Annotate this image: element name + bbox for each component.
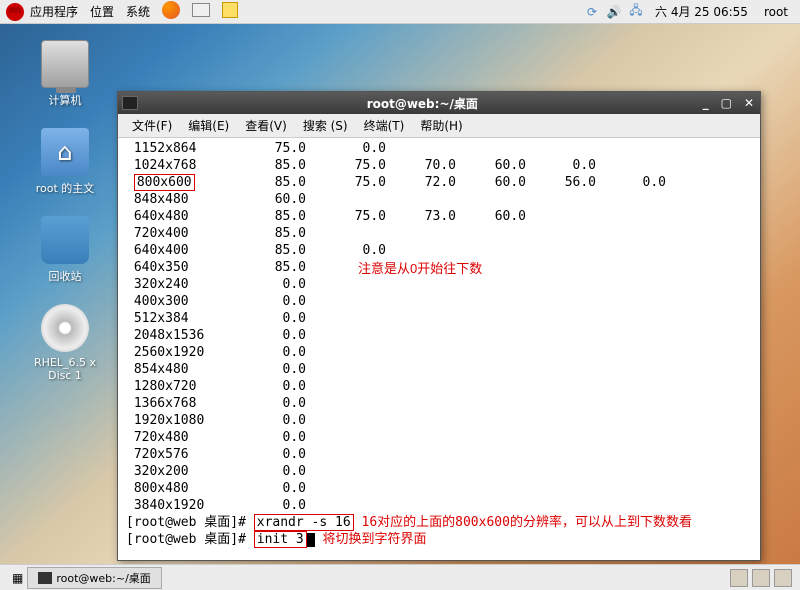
- desktop-label: 计算机: [20, 92, 110, 108]
- minimize-button[interactable]: _: [701, 96, 711, 110]
- xrandr-row: 1152x86475.00.0: [126, 140, 752, 157]
- volume-tray-icon[interactable]: 🔊: [605, 3, 623, 21]
- xrandr-row: 1920x10800.0: [126, 412, 752, 429]
- user-menu[interactable]: root: [758, 5, 794, 19]
- computer-icon: [41, 40, 89, 88]
- desktop-trash[interactable]: 回收站: [20, 216, 110, 284]
- workspace-switcher[interactable]: [730, 569, 748, 587]
- xrandr-row: 320x2400.0: [126, 276, 752, 293]
- terminal-titlebar-icon: [122, 96, 138, 110]
- show-desktop-button[interactable]: ▦: [8, 571, 27, 585]
- terminal-task-icon: [38, 572, 52, 584]
- workspace-switcher[interactable]: [752, 569, 770, 587]
- menu-terminal[interactable]: 终端(T): [356, 117, 413, 134]
- desktop-label: 回收站: [20, 268, 110, 284]
- desktop-computer[interactable]: 计算机: [20, 40, 110, 108]
- taskbar-item[interactable]: root@web:~/桌面: [27, 567, 161, 589]
- xrandr-row: 2048x15360.0: [126, 327, 752, 344]
- menu-places[interactable]: 位置: [84, 3, 120, 20]
- xrandr-row: 320x2000.0: [126, 463, 752, 480]
- menubar: 文件(F) 编辑(E) 查看(V) 搜索 (S) 终端(T) 帮助(H): [118, 114, 760, 138]
- desktop-label: root 的主文: [20, 180, 110, 196]
- menu-view[interactable]: 查看(V): [237, 117, 295, 134]
- xrandr-row: 800x60085.075.072.060.056.00.0: [126, 174, 752, 191]
- notes-launcher[interactable]: [216, 2, 244, 21]
- close-button[interactable]: ✕: [742, 96, 756, 110]
- terminal-output[interactable]: 1152x86475.00.0 1024x76885.075.070.060.0…: [118, 138, 760, 560]
- trash-panel-icon[interactable]: [774, 569, 792, 587]
- network-tray-icon[interactable]: 🖧: [627, 3, 645, 21]
- cursor: [307, 533, 315, 547]
- xrandr-row: 848x48060.0: [126, 191, 752, 208]
- firefox-launcher[interactable]: [156, 1, 186, 22]
- xrandr-row: 854x4800.0: [126, 361, 752, 378]
- update-tray-icon[interactable]: ⟳: [583, 3, 601, 21]
- menu-system[interactable]: 系统: [120, 3, 156, 20]
- prompt-line: [root@web 桌面]# xrandr -s 16 16对应的上面的800x…: [126, 514, 752, 531]
- prompt-line: [root@web 桌面]# init 3 将切换到字符界面: [126, 531, 752, 548]
- maximize-button[interactable]: ▢: [719, 96, 734, 110]
- xrandr-row: 640x40085.00.0: [126, 242, 752, 259]
- terminal-window: root@web:~/桌面 _ ▢ ✕ 文件(F) 编辑(E) 查看(V) 搜索…: [117, 91, 761, 561]
- distro-icon: [6, 3, 24, 21]
- xrandr-row: 512x3840.0: [126, 310, 752, 327]
- desktop-label: RHEL_6.5 x Disc 1: [20, 356, 110, 382]
- xrandr-row: 1024x76885.075.070.060.00.0: [126, 157, 752, 174]
- xrandr-row: 800x4800.0: [126, 480, 752, 497]
- trash-icon: [41, 216, 89, 264]
- note-icon: [222, 2, 238, 18]
- xrandr-row: 720x4800.0: [126, 429, 752, 446]
- bottom-panel: ▦ root@web:~/桌面: [0, 564, 800, 590]
- xrandr-row: 640x48085.075.073.060.0: [126, 208, 752, 225]
- desktop-disc[interactable]: RHEL_6.5 x Disc 1: [20, 304, 110, 382]
- mail-icon: [192, 3, 210, 17]
- window-title: root@web:~/桌面: [144, 95, 701, 112]
- firefox-icon: [162, 1, 180, 19]
- desktop-home[interactable]: root 的主文: [20, 128, 110, 196]
- menu-edit[interactable]: 编辑(E): [180, 117, 237, 134]
- clock[interactable]: 六 4月 25 06:55: [649, 3, 754, 20]
- xrandr-row: 1280x7200.0: [126, 378, 752, 395]
- xrandr-row: 1366x7680.0: [126, 395, 752, 412]
- xrandr-row: 400x3000.0: [126, 293, 752, 310]
- xrandr-row: 720x40085.0: [126, 225, 752, 242]
- taskbar-label: root@web:~/桌面: [56, 570, 150, 586]
- mail-launcher[interactable]: [186, 3, 216, 20]
- desktop-icons: 计算机 root 的主文 回收站 RHEL_6.5 x Disc 1: [20, 40, 110, 402]
- disc-icon: [41, 304, 89, 352]
- xrandr-row: 720x5760.0: [126, 446, 752, 463]
- menu-search[interactable]: 搜索 (S): [295, 117, 356, 134]
- annotation-count-from-zero: 注意是从0开始往下数: [358, 260, 482, 277]
- home-folder-icon: [41, 128, 89, 176]
- menu-help[interactable]: 帮助(H): [412, 117, 470, 134]
- xrandr-row: 2560x19200.0: [126, 344, 752, 361]
- menu-applications[interactable]: 应用程序: [24, 3, 84, 20]
- titlebar[interactable]: root@web:~/桌面 _ ▢ ✕: [118, 92, 760, 114]
- xrandr-row: 3840x19200.0: [126, 497, 752, 514]
- top-panel: 应用程序 位置 系统 ⟳ 🔊 🖧 六 4月 25 06:55 root: [0, 0, 800, 24]
- menu-file[interactable]: 文件(F): [124, 117, 180, 134]
